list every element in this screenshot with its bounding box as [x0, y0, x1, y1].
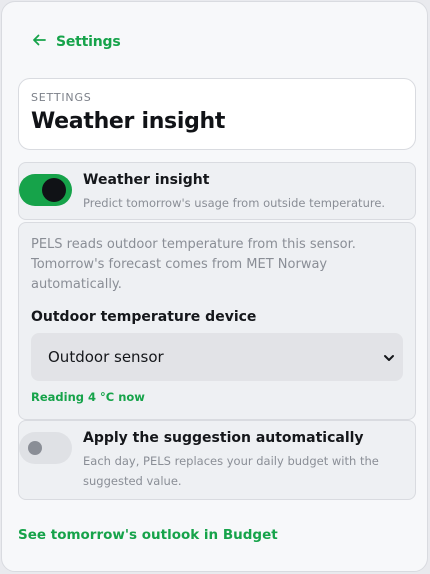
device-description: PELS reads outdoor temperature from this… — [31, 237, 356, 292]
auto-apply-title: Apply the suggestion automatically — [83, 430, 364, 446]
outdoor-device-select[interactable]: Outdoor sensor — [31, 333, 403, 381]
weather-insight-toggle[interactable] — [19, 174, 72, 206]
toggle-knob — [42, 178, 66, 202]
auto-apply-row: Apply the suggestion automatically Each … — [18, 420, 416, 500]
page-eyebrow: SETTINGS — [31, 91, 92, 104]
weather-insight-description: Predict tomorrow's usage from outside te… — [83, 196, 386, 210]
toggle-knob — [28, 441, 42, 455]
chevron-down-icon — [383, 350, 395, 362]
auto-apply-description: Each day, PELS replaces your daily budge… — [83, 454, 379, 488]
weather-insight-row: Weather insight Predict tomorrow's usage… — [18, 162, 416, 220]
settings-panel: Settings SETTINGS Weather insight Weathe… — [1, 1, 428, 572]
arrow-left-icon — [31, 32, 47, 52]
page-title: Weather insight — [31, 109, 226, 134]
temperature-reading: Reading 4 °C now — [31, 390, 145, 404]
device-section: PELS reads outdoor temperature from this… — [18, 222, 416, 420]
back-link-label: Settings — [56, 34, 121, 50]
auto-apply-toggle[interactable] — [19, 432, 72, 464]
page-header-card: SETTINGS Weather insight — [18, 78, 416, 150]
back-link[interactable]: Settings — [31, 32, 121, 52]
selected-device-value: Outdoor sensor — [48, 348, 164, 366]
device-select-label: Outdoor temperature device — [31, 309, 257, 325]
weather-insight-title: Weather insight — [83, 172, 210, 188]
budget-outlook-link[interactable]: See tomorrow's outlook in Budget — [18, 527, 278, 543]
